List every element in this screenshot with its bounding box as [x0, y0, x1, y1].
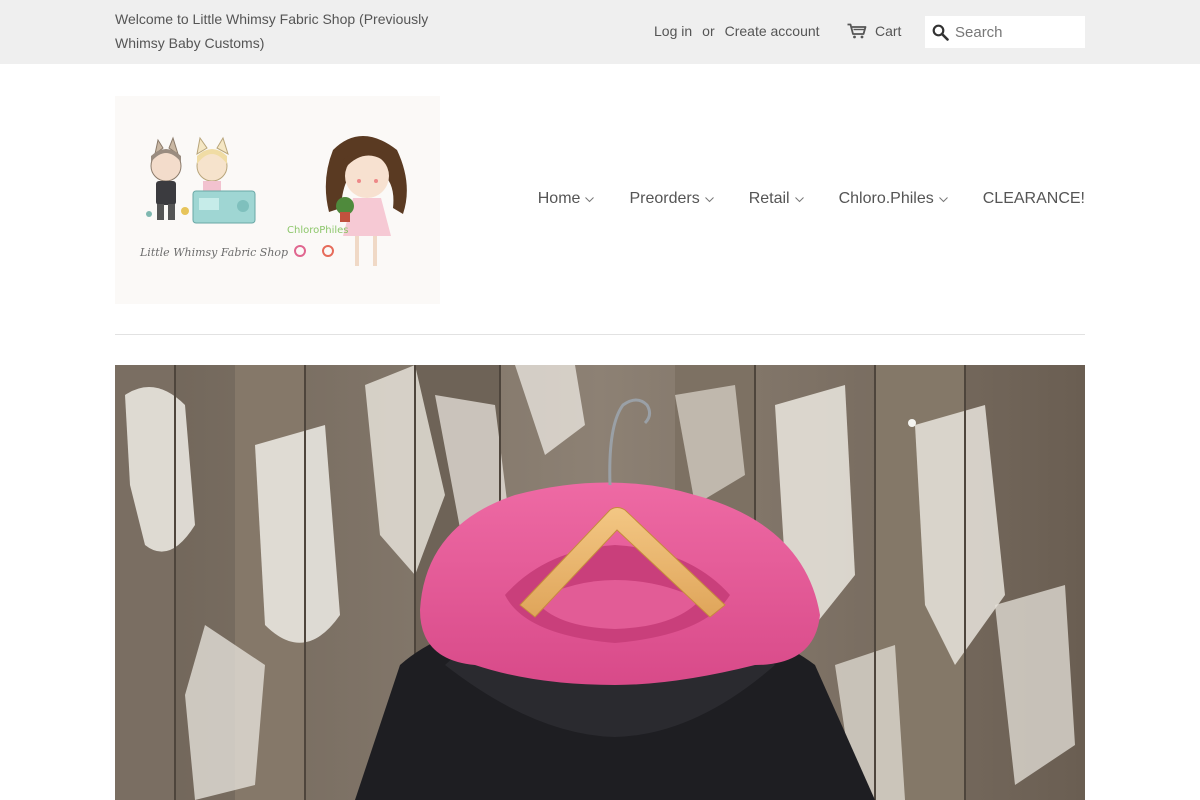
nav-item-preorders[interactable]: Preorders: [629, 186, 714, 212]
logo-character-left: [146, 136, 182, 220]
welcome-message: Welcome to Little Whimsy Fabric Shop (Pr…: [115, 11, 429, 51]
hero-image[interactable]: [115, 365, 1085, 800]
logo-character-right: [325, 136, 407, 266]
nav-item-label: Preorders: [629, 190, 700, 207]
nav-item-label: Retail: [748, 190, 790, 207]
or-separator: or: [702, 23, 715, 39]
shop-logo[interactable]: Little Whimsy Fabric Shop ChloroPhiles: [115, 96, 440, 304]
cart-label: Cart: [875, 23, 902, 39]
chevron-down-icon: [585, 196, 595, 202]
header-divider: [115, 334, 1085, 335]
chevron-down-icon: [938, 196, 948, 202]
chevron-down-icon: [794, 196, 804, 202]
nav-item-home[interactable]: Home: [538, 186, 595, 212]
create-account-link[interactable]: Create account: [725, 20, 820, 42]
svg-text:Little Whimsy Fabric Shop: Little Whimsy Fabric Shop: [139, 246, 288, 259]
nav-item-label: Home: [537, 190, 581, 207]
announcement-bar: Welcome to Little Whimsy Fabric Shop (Pr…: [0, 0, 1200, 64]
search-input[interactable]: [955, 17, 1079, 47]
cart-icon: [847, 23, 867, 39]
svg-text:ChloroPhiles: ChloroPhiles: [287, 225, 349, 236]
search-icon[interactable]: [925, 16, 955, 48]
nav-item-clearance[interactable]: CLEARANCE!: [983, 186, 1085, 212]
logo-character-middle: [181, 136, 256, 224]
nav-item-label: CLEARANCE!: [982, 190, 1085, 207]
chevron-down-icon: [704, 196, 714, 202]
cart-link[interactable]: Cart: [847, 20, 901, 42]
account-links: Log in or Create account: [654, 20, 820, 42]
nav-item-chlorophiles[interactable]: Chloro.Philes: [839, 186, 948, 212]
main-nav: Home Preorders Retail Chloro.Philes CLEA…: [538, 186, 1085, 212]
nav-item-retail[interactable]: Retail: [749, 186, 804, 212]
nav-item-label: Chloro.Philes: [838, 190, 934, 207]
search-box: [925, 16, 1085, 48]
login-link[interactable]: Log in: [654, 20, 692, 42]
